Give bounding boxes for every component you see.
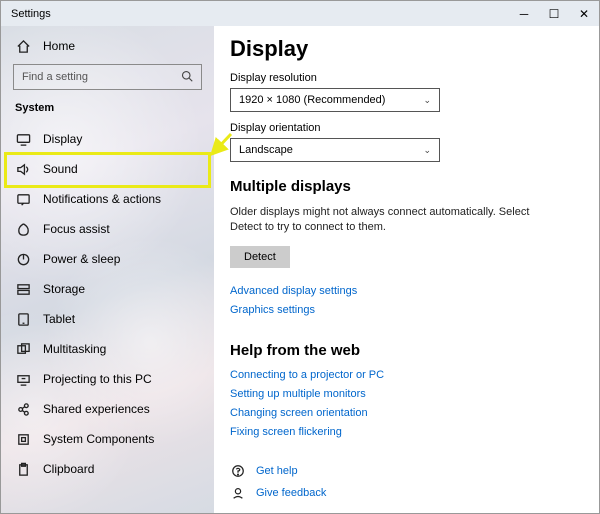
give-feedback-label: Give feedback (256, 487, 326, 499)
sidebar-item-clipboard[interactable]: Clipboard (1, 454, 214, 484)
sidebar-item-notifications[interactable]: Notifications & actions (1, 184, 214, 214)
orientation-value: Landscape (239, 144, 293, 156)
graphics-settings-link[interactable]: Graphics settings (230, 304, 583, 316)
orientation-label: Display orientation (230, 122, 583, 134)
close-button[interactable]: ✕ (569, 1, 599, 26)
tablet-icon (15, 311, 31, 327)
storage-icon (15, 281, 31, 297)
sidebar-item-focus-assist[interactable]: Focus assist (1, 214, 214, 244)
page-title: Display (230, 36, 583, 62)
title-bar: Settings ─ ☐ ✕ (1, 1, 599, 26)
sidebar: Home Find a setting System Display Sound… (1, 26, 214, 513)
help-link[interactable]: Changing screen orientation (230, 407, 583, 419)
sidebar-item-label: Storage (43, 282, 85, 296)
sidebar-item-power-sleep[interactable]: Power & sleep (1, 244, 214, 274)
chevron-down-icon: ⌄ (423, 95, 431, 106)
advanced-display-link[interactable]: Advanced display settings (230, 285, 583, 297)
help-link[interactable]: Fixing screen flickering (230, 426, 583, 438)
minimize-button[interactable]: ─ (509, 1, 539, 26)
sidebar-item-projecting[interactable]: Projecting to this PC (1, 364, 214, 394)
sidebar-item-system-components[interactable]: System Components (1, 424, 214, 454)
resolution-value: 1920 × 1080 (Recommended) (239, 94, 385, 106)
sidebar-item-label: Multitasking (43, 342, 106, 356)
sidebar-item-multitasking[interactable]: Multitasking (1, 334, 214, 364)
home-label: Home (43, 39, 75, 53)
home-icon (15, 38, 31, 54)
power-icon (15, 251, 31, 267)
clipboard-icon (15, 461, 31, 477)
sidebar-item-label: Shared experiences (43, 402, 150, 416)
get-help-link[interactable]: Get help (230, 463, 583, 479)
orientation-dropdown[interactable]: Landscape ⌄ (230, 138, 440, 162)
components-icon (15, 431, 31, 447)
notifications-icon (15, 191, 31, 207)
help-icon (230, 463, 246, 479)
sound-icon (15, 161, 31, 177)
sidebar-item-shared[interactable]: Shared experiences (1, 394, 214, 424)
window-controls: ─ ☐ ✕ (509, 1, 599, 26)
sidebar-item-label: Clipboard (43, 462, 94, 476)
resolution-label: Display resolution (230, 72, 583, 84)
feedback-icon (230, 485, 246, 501)
chevron-down-icon: ⌄ (423, 145, 431, 156)
sidebar-item-label: Projecting to this PC (43, 372, 152, 386)
content: Home Find a setting System Display Sound… (1, 26, 599, 513)
help-link[interactable]: Setting up multiple monitors (230, 388, 583, 400)
help-link[interactable]: Connecting to a projector or PC (230, 369, 583, 381)
maximize-button[interactable]: ☐ (539, 1, 569, 26)
settings-window: Settings ─ ☐ ✕ Home Find a setting Syste… (0, 0, 600, 514)
section-label: System (1, 98, 214, 124)
sidebar-item-label: Notifications & actions (43, 192, 161, 206)
give-feedback-link[interactable]: Give feedback (230, 485, 583, 501)
focus-icon (15, 221, 31, 237)
multiple-displays-heading: Multiple displays (230, 178, 583, 195)
projecting-icon (15, 371, 31, 387)
multitasking-icon (15, 341, 31, 357)
search-input[interactable]: Find a setting (13, 64, 202, 90)
multiple-displays-desc: Older displays might not always connect … (230, 205, 560, 236)
sidebar-item-label: Focus assist (43, 222, 110, 236)
sidebar-item-label: System Components (43, 432, 154, 446)
sidebar-item-sound[interactable]: Sound (1, 154, 214, 184)
sidebar-item-label: Power & sleep (43, 252, 120, 266)
get-help-label: Get help (256, 465, 298, 477)
search-icon (181, 70, 193, 85)
detect-button[interactable]: Detect (230, 246, 290, 268)
sidebar-item-tablet[interactable]: Tablet (1, 304, 214, 334)
shared-icon (15, 401, 31, 417)
sidebar-item-label: Display (43, 132, 82, 146)
main-panel: Display Display resolution 1920 × 1080 (… (214, 26, 599, 513)
sidebar-item-display[interactable]: Display (1, 124, 214, 154)
sidebar-item-storage[interactable]: Storage (1, 274, 214, 304)
sidebar-item-label: Tablet (43, 312, 75, 326)
window-title: Settings (1, 8, 51, 20)
help-heading: Help from the web (230, 342, 583, 359)
sidebar-home[interactable]: Home (1, 32, 214, 60)
display-icon (15, 131, 31, 147)
sidebar-item-label: Sound (43, 162, 78, 176)
search-placeholder: Find a setting (22, 71, 88, 83)
resolution-dropdown[interactable]: 1920 × 1080 (Recommended) ⌄ (230, 88, 440, 112)
